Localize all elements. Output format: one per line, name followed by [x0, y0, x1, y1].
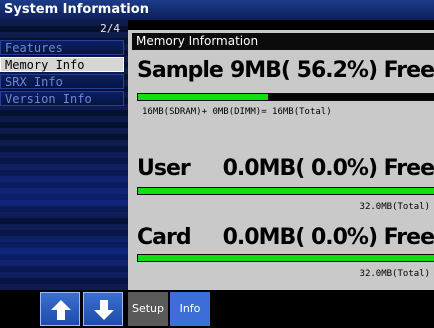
- sidebar-item-version-info[interactable]: Version Info: [0, 91, 124, 106]
- card-total: 32.0MB(Total): [359, 269, 430, 279]
- sidebar-item-memory-info[interactable]: Memory Info: [0, 57, 124, 72]
- panel-title: Memory Information: [132, 33, 434, 50]
- sidebar-item-label: Version Info: [5, 92, 92, 106]
- sidebar-item-label: SRX Info: [5, 75, 63, 89]
- window-title: System Information: [0, 0, 434, 20]
- scroll-down-button[interactable]: [83, 292, 123, 326]
- card-stat: 0.0MB( 0.0%) Free: [222, 225, 434, 250]
- user-stat: 0.0MB( 0.0%) Free: [222, 156, 434, 181]
- sidebar: 2/4 Features Memory Info SRX Info Versio…: [0, 20, 128, 290]
- sidebar-item-features[interactable]: Features: [0, 40, 124, 55]
- user-usage-bar: [137, 187, 434, 195]
- sidebar-item-label: Memory Info: [5, 58, 85, 72]
- sample-detail: 16MB(SDRAM)+ 0MB(DIMM)= 16MB(Total): [142, 107, 332, 117]
- tab-setup[interactable]: Setup: [128, 292, 168, 326]
- sample-usage-bar: [137, 93, 434, 101]
- arrow-up-icon: [51, 300, 71, 320]
- arrow-down-icon: [94, 300, 114, 320]
- page-indicator: 2/4: [100, 22, 120, 35]
- user-total: 32.0MB(Total): [359, 202, 430, 212]
- scroll-up-button[interactable]: [40, 292, 80, 326]
- sample-stat: 9MB( 56.2%) Free: [229, 58, 434, 83]
- card-label: Card: [137, 225, 192, 250]
- sidebar-item-srx-info[interactable]: SRX Info: [0, 74, 124, 89]
- sample-label: Sample: [137, 58, 224, 83]
- card-usage-fill: [138, 255, 434, 261]
- card-usage-bar: [137, 254, 434, 262]
- user-label: User: [137, 156, 191, 181]
- user-usage-fill: [138, 188, 434, 194]
- sample-usage-fill: [138, 94, 269, 100]
- tab-info[interactable]: Info: [170, 292, 210, 326]
- sidebar-item-label: Features: [5, 41, 63, 55]
